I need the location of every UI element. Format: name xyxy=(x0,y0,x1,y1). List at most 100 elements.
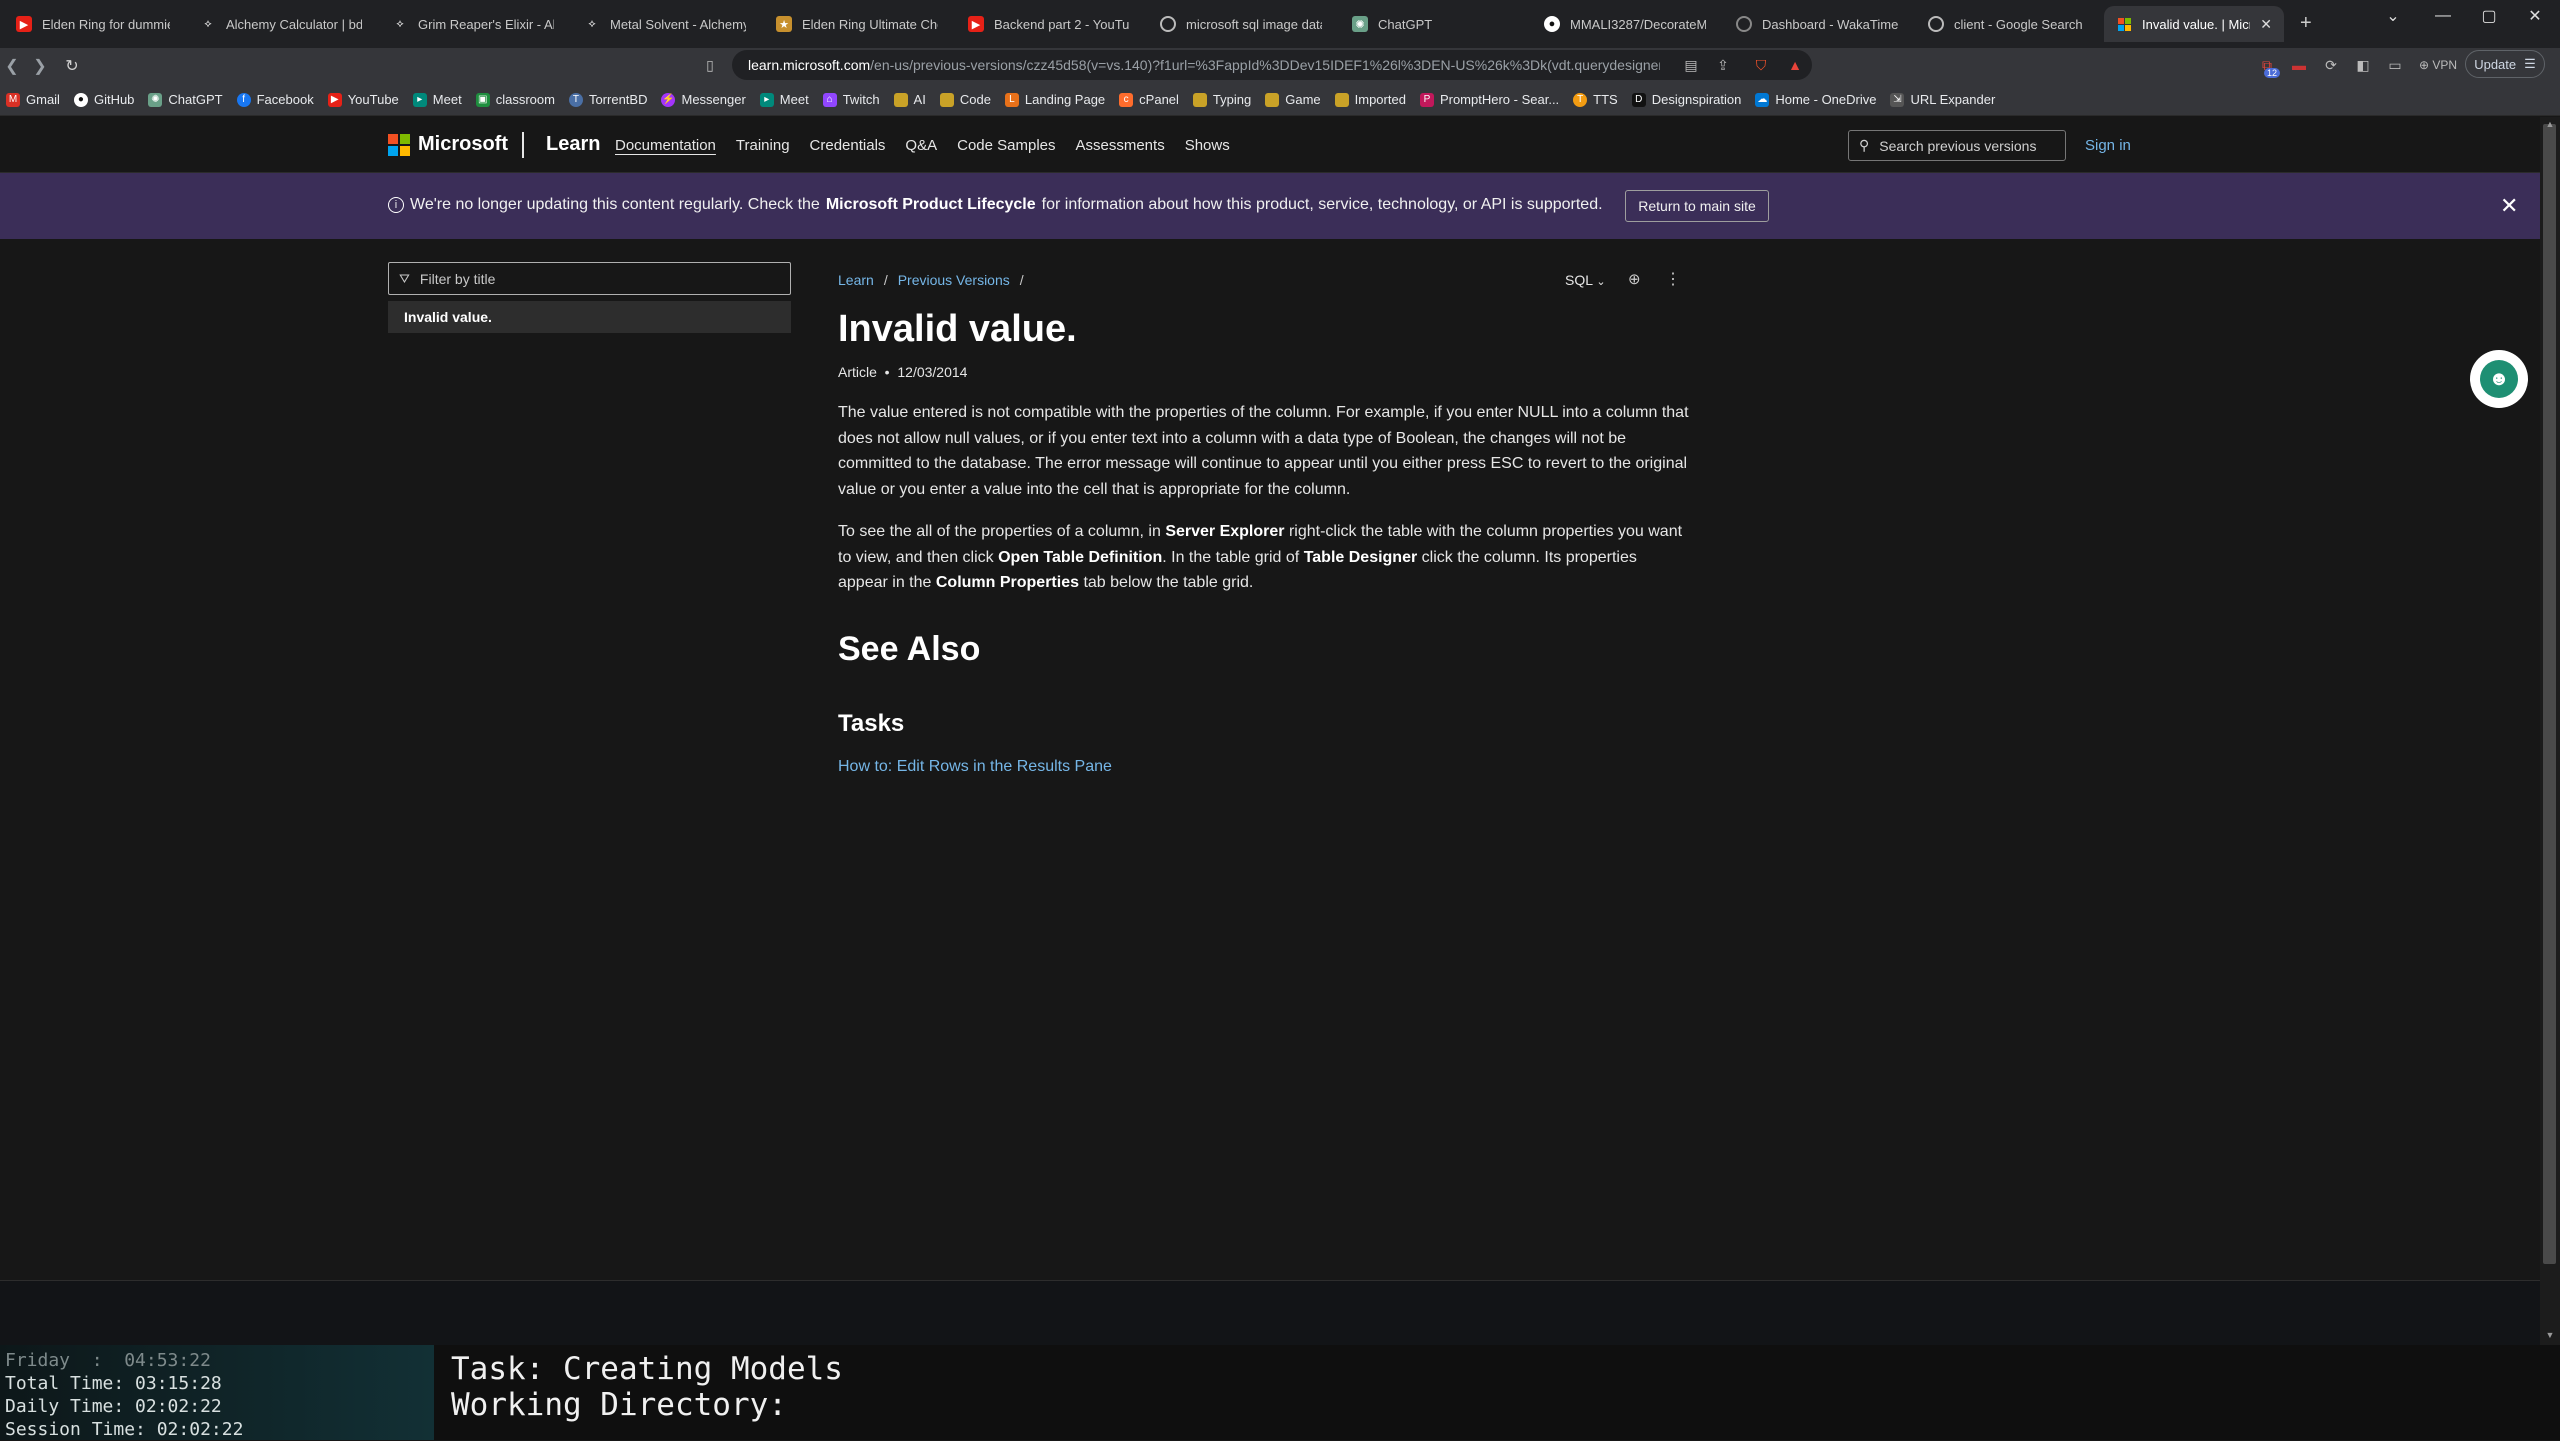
sign-in-link[interactable]: Sign in xyxy=(2085,137,2131,154)
share-icon[interactable]: ⇪ xyxy=(1710,52,1736,78)
bookmark-torrentbd[interactable]: T TorrentBD xyxy=(568,92,647,107)
site-icon: L xyxy=(1004,92,1019,107)
bookmark-folder-game[interactable]: Game xyxy=(1265,92,1321,107)
article-date: 12/03/2014 xyxy=(897,364,968,380)
more-options-icon[interactable]: ⋮ xyxy=(1665,269,1681,289)
bookmark-landing-page[interactable]: L Landing Page xyxy=(1004,92,1105,107)
bookmark-github[interactable]: ● GitHub xyxy=(73,92,134,107)
browser-tab[interactable]: ✺ ChatGPT xyxy=(1340,6,1526,42)
learn-link[interactable]: Learn xyxy=(546,133,600,156)
browser-tab[interactable]: ⟡ Alchemy Calculator | bdoly xyxy=(188,6,374,42)
browser-tab[interactable]: Dashboard - WakaTime xyxy=(1724,6,1910,42)
bookmark-cpanel[interactable]: c cPanel xyxy=(1119,92,1179,107)
browser-tab[interactable]: ★ Elden Ring Ultimate Cheat xyxy=(764,6,950,42)
close-tab-icon[interactable]: ✕ xyxy=(2260,16,2272,33)
nav-qa[interactable]: Q&A xyxy=(905,137,937,154)
bookmark-classroom[interactable]: ▣ classroom xyxy=(475,92,555,107)
browser-tab[interactable]: ● MMALI3287/DecorateMyN xyxy=(1532,6,1718,42)
reload-icon[interactable]: ↻ xyxy=(60,54,84,78)
update-label: Update xyxy=(2474,56,2517,72)
bookmark-label: AI xyxy=(913,92,926,107)
bookmark-messenger[interactable]: ⚡ Messenger xyxy=(661,92,746,107)
bookmark-chatgpt[interactable]: ✺ ChatGPT xyxy=(148,92,223,107)
scroll-up-icon[interactable]: ▲ xyxy=(2543,119,2557,129)
nav-training[interactable]: Training xyxy=(736,137,790,154)
tasks-heading: Tasks xyxy=(838,710,905,737)
toc-filter-input[interactable]: ⛛ Filter by title xyxy=(388,262,791,295)
bookmark-url-expander[interactable]: ⇲ URL Expander xyxy=(1890,92,1995,107)
bookmark-folder-imported[interactable]: Imported xyxy=(1334,92,1406,107)
nav-credentials[interactable]: Credentials xyxy=(810,137,886,154)
search-previous-versions[interactable]: ⚲ Search previous versions xyxy=(1848,130,2066,161)
tab-search-icon[interactable]: ⌄ xyxy=(2370,0,2416,32)
update-button[interactable]: Update ☰ xyxy=(2465,50,2545,78)
chatgpt-icon: ✺ xyxy=(1352,16,1368,32)
site-icon: ⟡ xyxy=(204,17,212,30)
bookmark-onedrive[interactable]: ☁ Home - OneDrive xyxy=(1755,92,1876,107)
reader-mode-icon[interactable]: ▤ xyxy=(1678,52,1704,78)
browser-tab[interactable]: ▶ Backend part 2 - YouTube xyxy=(956,6,1142,42)
forward-icon[interactable]: ❯ xyxy=(28,54,52,78)
browser-tab[interactable]: client - Google Search xyxy=(1916,6,2102,42)
microsoft-logo[interactable]: Microsoft xyxy=(388,133,508,156)
bookmark-gmail[interactable]: M Gmail xyxy=(6,92,60,107)
brave-rewards-icon[interactable]: ▲ xyxy=(1782,52,1808,78)
assistant-button[interactable]: ☻ xyxy=(2470,350,2528,408)
add-collection-icon[interactable]: ⊕ xyxy=(1628,270,1641,288)
browser-tab[interactable]: ▶ Elden Ring for dummies: Ba xyxy=(4,6,182,42)
wallet-icon[interactable]: ▭ xyxy=(2382,52,2408,78)
bookmark-label: TTS xyxy=(1593,92,1618,107)
minimize-icon[interactable]: — xyxy=(2420,0,2466,32)
nav-shows[interactable]: Shows xyxy=(1185,137,1230,154)
language-picker[interactable]: SQL ⌄ xyxy=(1565,272,1606,288)
back-icon[interactable]: ❮ xyxy=(0,54,24,78)
nav-assessments[interactable]: Assessments xyxy=(1076,137,1165,154)
task-link-edit-rows[interactable]: How to: Edit Rows in the Results Pane xyxy=(838,758,1112,776)
bookmark-meet[interactable]: ▸ Meet xyxy=(759,92,809,107)
bookmark-facebook[interactable]: f Facebook xyxy=(236,92,314,107)
bookmark-folder-typing[interactable]: Typing xyxy=(1192,92,1251,107)
chevron-down-icon: ⌄ xyxy=(1596,276,1606,288)
lifecycle-link[interactable]: Microsoft Product Lifecycle xyxy=(826,196,1036,214)
nav-documentation[interactable]: Documentation xyxy=(615,137,716,154)
browser-tab-active[interactable]: Invalid value. | Microso ✕ xyxy=(2104,6,2284,42)
bookmark-meet[interactable]: ▸ Meet xyxy=(412,92,462,107)
extension-icon[interactable]: ▬ xyxy=(2286,52,2312,78)
bookmark-page-icon[interactable]: ▯ xyxy=(697,52,723,78)
vpn-button[interactable]: ⊕ VPN xyxy=(2416,52,2460,78)
article-type: Article xyxy=(838,364,877,380)
bookmark-youtube[interactable]: ▶ YouTube xyxy=(327,92,399,107)
microsoft-icon xyxy=(388,133,410,156)
bookmark-folder-code[interactable]: Code xyxy=(939,92,991,107)
toc-item-invalid-value[interactable]: Invalid value. xyxy=(388,301,791,333)
brave-shields-icon[interactable]: ⛉ xyxy=(1748,52,1774,78)
tab-title: microsoft sql image data ty xyxy=(1186,16,1322,32)
bookmark-designspiration[interactable]: D Designspiration xyxy=(1631,92,1741,107)
task-line: Task: Creating Models xyxy=(451,1351,843,1387)
text: To see the all of the properties of a co… xyxy=(838,523,1161,540)
address-bar[interactable]: learn.microsoft.com /en-us/previous-vers… xyxy=(732,50,1812,80)
browser-tab[interactable]: ⟡ Metal Solvent - Alchemy Ca xyxy=(572,6,758,42)
maximize-icon[interactable]: ▢ xyxy=(2466,0,2512,32)
browser-tab[interactable]: ⟡ Grim Reaper's Elixir - Alche xyxy=(380,6,566,42)
scroll-down-icon[interactable]: ▼ xyxy=(2543,1330,2557,1340)
new-tab-icon[interactable]: + xyxy=(2300,12,2312,35)
folder-icon xyxy=(1192,92,1207,107)
return-to-main-site-button[interactable]: Return to main site xyxy=(1625,190,1769,222)
browser-tab[interactable]: microsoft sql image data ty xyxy=(1148,6,1334,42)
bookmark-tts[interactable]: T TTS xyxy=(1573,92,1618,107)
tab-title: Grim Reaper's Elixir - Alche xyxy=(418,16,554,32)
messenger-icon: ⚡ xyxy=(661,92,676,107)
nav-code-samples[interactable]: Code Samples xyxy=(957,137,1055,154)
close-icon[interactable]: ✕ xyxy=(2500,193,2518,219)
extension-icon[interactable]: ⟳ xyxy=(2318,52,2344,78)
bookmark-twitch[interactable]: ⌂ Twitch xyxy=(822,92,880,107)
window-close-icon[interactable]: ✕ xyxy=(2512,0,2558,32)
term-table-designer: Table Designer xyxy=(1303,548,1418,566)
bookmark-prompthero[interactable]: P PromptHero - Sear... xyxy=(1419,92,1559,107)
breadcrumb-learn[interactable]: Learn xyxy=(838,272,874,288)
sidebar-icon[interactable]: ◧ xyxy=(2350,52,2376,78)
bookmark-folder-ai[interactable]: AI xyxy=(893,92,926,107)
breadcrumb-previous-versions[interactable]: Previous Versions xyxy=(898,272,1010,288)
scrollbar-thumb[interactable] xyxy=(2543,124,2556,1264)
